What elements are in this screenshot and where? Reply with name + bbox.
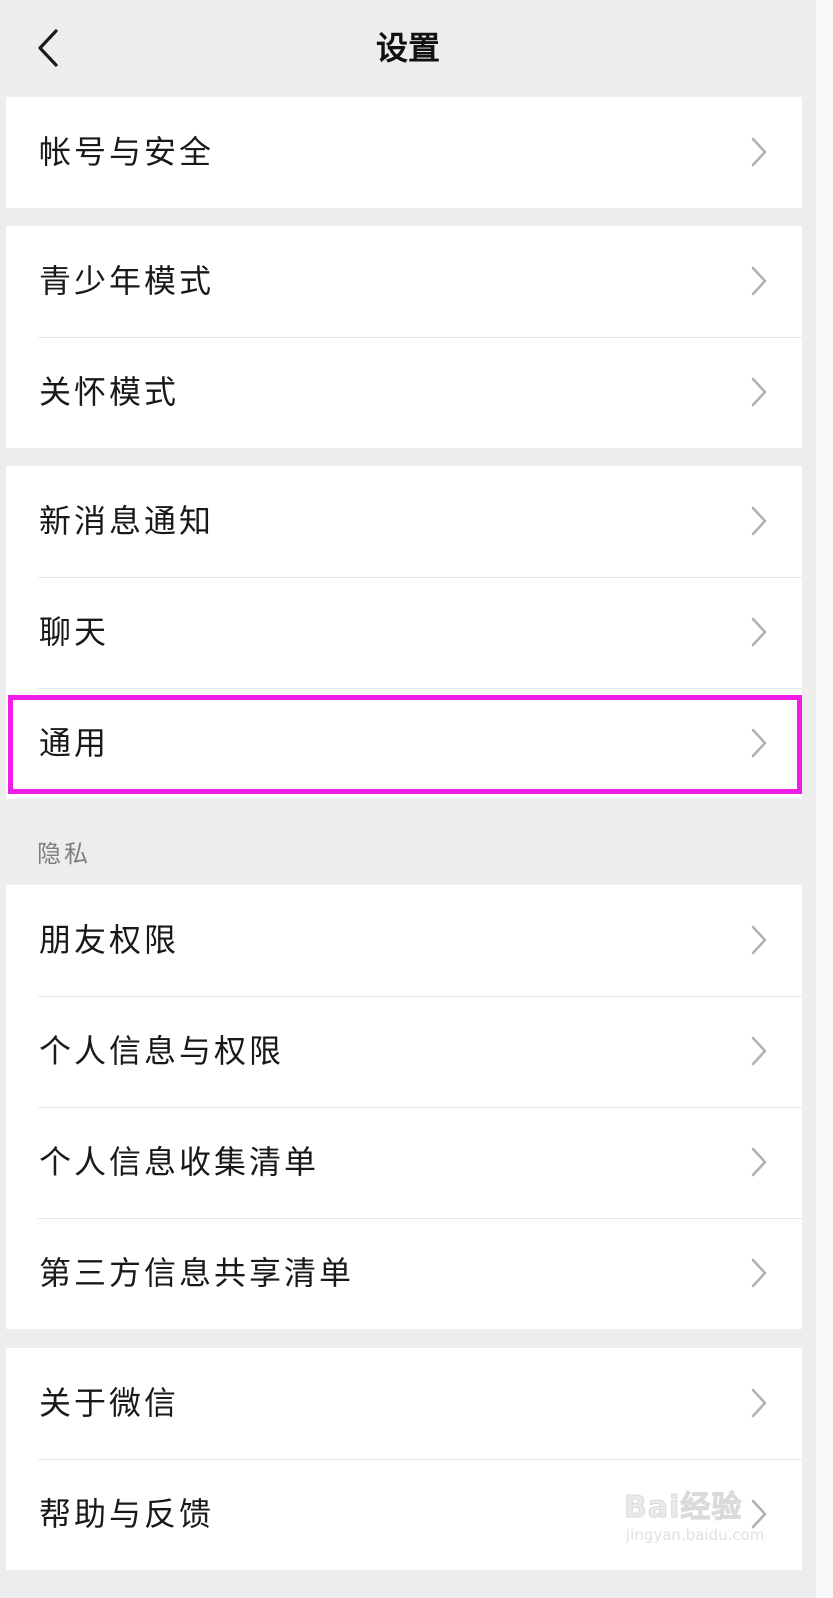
settings-item-label: 个人信息与权限 [39,1032,285,1070]
settings-item-third-party-sharing[interactable]: 第三方信息共享清单 [6,1218,802,1329]
section-label-privacy: 隐私 [37,840,91,868]
settings-item-general[interactable]: 通用 [6,688,802,799]
settings-item-teen-mode[interactable]: 青少年模式 [6,226,802,337]
settings-item-label: 个人信息收集清单 [39,1143,320,1181]
settings-item-personal-info-collection[interactable]: 个人信息收集清单 [6,1107,802,1218]
settings-item-label: 关怀模式 [39,373,180,411]
chevron-right-icon [751,377,767,407]
chevron-right-icon [751,137,767,167]
chevron-right-icon [751,1499,767,1529]
settings-item-about-wechat[interactable]: 关于微信 [6,1348,802,1459]
chevron-right-icon [751,728,767,758]
screen-edge [816,0,833,1598]
chevron-right-icon [751,925,767,955]
page-title: 设置 [375,29,440,67]
settings-group-privacy: 朋友权限 个人信息与权限 个人信息收集清单 第三方信息共享清单 [6,885,802,1329]
settings-group-modes: 青少年模式 关怀模式 [6,226,802,448]
settings-item-notifications[interactable]: 新消息通知 [6,466,802,577]
settings-group-general: 新消息通知 聊天 通用 [6,466,802,799]
settings-item-label: 青少年模式 [39,262,215,300]
settings-item-label: 新消息通知 [39,502,215,540]
settings-group-account: 帐号与安全 [6,97,802,208]
settings-item-friend-permissions[interactable]: 朋友权限 [6,885,802,996]
settings-group-about: 关于微信 帮助与反馈 [6,1348,802,1570]
chevron-right-icon [751,506,767,536]
chevron-right-icon [751,1147,767,1177]
chevron-right-icon [751,1388,767,1418]
nav-bar: 设置 [0,0,816,96]
chevron-right-icon [751,617,767,647]
chevron-right-icon [751,1258,767,1288]
settings-item-personal-info-permissions[interactable]: 个人信息与权限 [6,996,802,1107]
settings-item-label: 通用 [39,724,110,762]
settings-item-care-mode[interactable]: 关怀模式 [6,337,802,448]
settings-item-label: 关于微信 [39,1384,180,1422]
settings-item-account-security[interactable]: 帐号与安全 [6,97,802,208]
chevron-right-icon [751,1036,767,1066]
settings-item-label: 聊天 [39,613,110,651]
settings-item-label: 朋友权限 [39,921,180,959]
settings-item-label: 帐号与安全 [39,133,215,171]
settings-item-help-feedback[interactable]: 帮助与反馈 [6,1459,802,1570]
chevron-right-icon [751,266,767,296]
settings-item-chat[interactable]: 聊天 [6,577,802,688]
settings-item-label: 帮助与反馈 [39,1495,215,1533]
settings-item-label: 第三方信息共享清单 [39,1254,355,1292]
